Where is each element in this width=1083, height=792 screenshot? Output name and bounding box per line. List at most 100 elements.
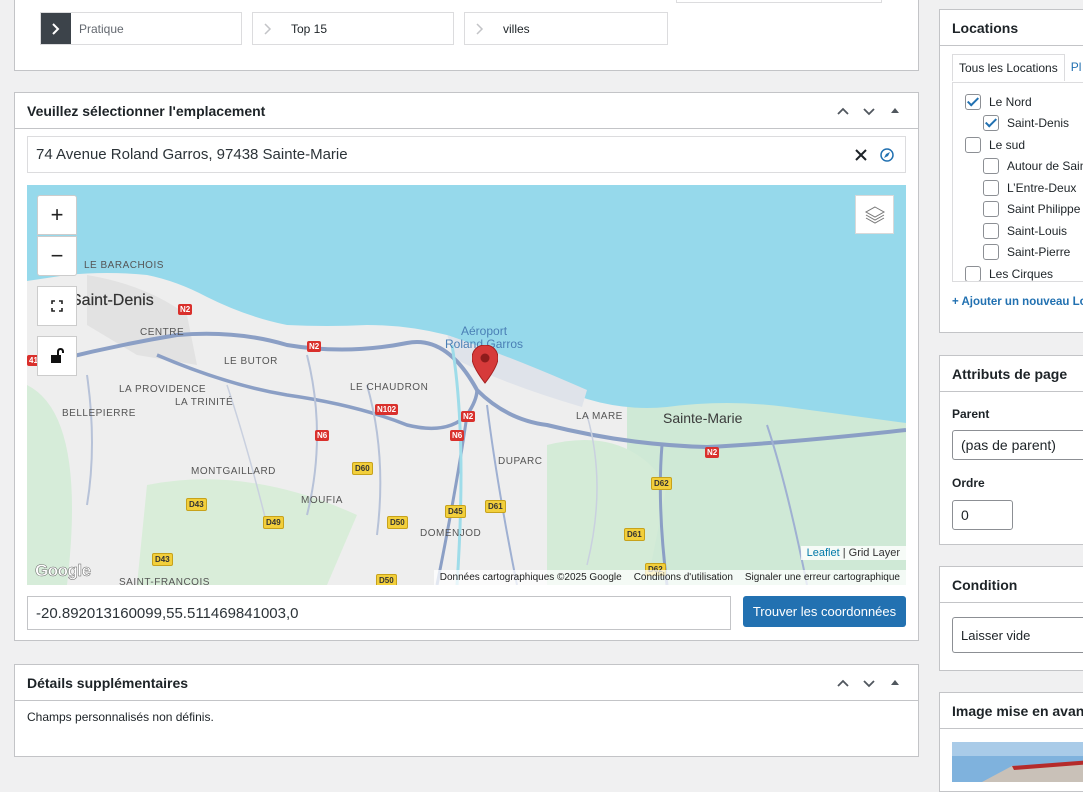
map-footer: Données cartographiques ©2025 Google Con…: [433, 570, 906, 585]
checkbox[interactable]: [983, 222, 999, 239]
road-shield: D61: [624, 528, 645, 541]
location-item-saint-pierre[interactable]: Saint-Pierre: [965, 242, 1083, 264]
location-label: Saint-Louis: [1007, 223, 1068, 238]
map-label-saint-denis: Saint-Denis: [71, 292, 154, 309]
report-error-link[interactable]: Signaler une erreur cartographique: [745, 572, 900, 583]
checkbox[interactable]: [983, 158, 999, 175]
map-attribution: Leaflet | Grid Layer: [800, 546, 906, 560]
checkbox[interactable]: [965, 93, 981, 110]
checkbox[interactable]: [983, 179, 999, 196]
breadcrumb-item-partial[interactable]: [676, 0, 882, 3]
featured-image-thumbnail[interactable]: [952, 742, 1083, 782]
parent-select[interactable]: (pas de parent): [952, 430, 1083, 460]
checkbox[interactable]: [983, 201, 999, 218]
address-value: 74 Avenue Roland Garros, 97438 Sainte-Ma…: [36, 146, 348, 163]
breadcrumb-label: Top 15: [291, 21, 328, 36]
coordinates-value: -20.892013160099,55.511469841003,0: [36, 604, 299, 622]
location-item-saint-louis[interactable]: Saint-Louis: [965, 220, 1083, 242]
order-value: 0: [961, 507, 969, 523]
details-message: Champs personnalisés non définis.: [27, 710, 214, 724]
road-shield: N6: [450, 430, 465, 441]
map-label-la-providence: LA PROVIDENCE: [119, 384, 207, 395]
lock-button[interactable]: [37, 336, 77, 376]
terms-link[interactable]: Conditions d'utilisation: [634, 572, 733, 583]
move-up-icon[interactable]: [832, 672, 854, 694]
grid-layer-label: Grid Layer: [848, 547, 900, 559]
details-postbox-title: Détails supplémentaires: [27, 674, 189, 691]
fullscreen-button[interactable]: [37, 286, 77, 326]
leaflet-link[interactable]: Leaflet: [807, 547, 840, 559]
categories-box: Pratique Top 15 villes: [14, 0, 919, 71]
breadcrumb-item-villes[interactable]: villes: [464, 12, 668, 45]
road-shield: D45: [445, 505, 466, 518]
map-data-credit: Données cartographiques ©2025 Google: [439, 572, 622, 583]
location-item-le-sud[interactable]: Le sud: [965, 134, 1083, 156]
road-shield: D50: [387, 516, 408, 529]
page-attributes-header: Attributs de page: [940, 356, 1083, 392]
attribution-separator: |: [839, 547, 849, 559]
breadcrumb-item-pratique[interactable]: Pratique: [40, 12, 242, 45]
locations-title: Locations: [952, 19, 1019, 36]
location-label: Saint-Denis: [1007, 116, 1070, 131]
toggle-panel-icon[interactable]: [884, 100, 906, 122]
map-label-moufia: MOUFIA: [301, 495, 343, 506]
location-item-entre-deux[interactable]: L’Entre-Deux: [965, 177, 1083, 199]
details-postbox-header: Détails supplémentaires: [15, 665, 918, 701]
locate-icon[interactable]: [877, 145, 897, 165]
checkbox[interactable]: [983, 244, 999, 261]
layers-button[interactable]: [855, 195, 894, 234]
locations-postbox-header: Locations: [940, 10, 1083, 46]
location-item-les-cirques[interactable]: Les Cirques: [965, 263, 1083, 281]
featured-image-header: Image mise en avan: [940, 693, 1083, 729]
road-shield: N102: [375, 404, 399, 415]
breadcrumb-label: villes: [503, 21, 530, 36]
tab-most-used[interactable]: Pl: [1064, 54, 1083, 81]
order-input[interactable]: 0: [952, 500, 1013, 530]
toggle-panel-icon[interactable]: [884, 672, 906, 694]
location-postbox-header: Veuillez sélectionner l'emplacement: [15, 93, 918, 129]
location-label: Le sud: [989, 137, 1026, 152]
add-location-link[interactable]: + Ajouter un nouveau Lo: [952, 296, 1083, 308]
location-item-le-nord[interactable]: Le Nord: [965, 91, 1083, 113]
map-label-la-mare: LA MARE: [576, 411, 623, 422]
condition-header: Condition: [940, 567, 1083, 603]
chevron-right-icon: [465, 13, 495, 44]
map-label-duparc: DUPARC: [498, 456, 543, 467]
location-item-saint-philippe[interactable]: Saint Philippe: [965, 199, 1083, 221]
location-item-saint-denis[interactable]: Saint-Denis: [965, 113, 1083, 135]
address-field[interactable]: 74 Avenue Roland Garros, 97438 Sainte-Ma…: [27, 136, 906, 173]
map-marker-icon[interactable]: [472, 345, 498, 385]
map-label-sainte-marie: Sainte-Marie: [663, 410, 743, 426]
details-postbox: Détails supplémentaires Champs personnal…: [14, 664, 919, 757]
move-up-icon[interactable]: [832, 100, 854, 122]
google-logo: Google: [35, 561, 92, 581]
move-down-icon[interactable]: [858, 672, 880, 694]
checkbox[interactable]: [965, 136, 981, 153]
clear-icon[interactable]: [851, 145, 871, 165]
checkbox[interactable]: [965, 265, 981, 281]
road-shield: D43: [152, 553, 173, 566]
location-label: Les Cirques: [989, 266, 1054, 281]
breadcrumb-item-top15[interactable]: Top 15: [252, 12, 454, 45]
unlock-icon: [51, 348, 64, 363]
map-label-montgaillard: MONTGAILLARD: [191, 466, 276, 477]
location-postbox: Veuillez sélectionner l'emplacement 74 A…: [14, 92, 919, 641]
map-label-centre: CENTRE: [140, 327, 185, 338]
map-label-domenjod: DOMENJOD: [420, 528, 482, 539]
zoom-out-button[interactable]: −: [37, 236, 77, 276]
map-label-le-barachois: LE BARACHOIS: [84, 260, 164, 271]
checkbox[interactable]: [983, 115, 999, 132]
coordinates-input[interactable]: -20.892013160099,55.511469841003,0: [27, 596, 731, 630]
road-shield: D60: [352, 462, 373, 475]
move-down-icon[interactable]: [858, 100, 880, 122]
location-item-autour-de-saint[interactable]: Autour de Sain: [965, 156, 1083, 178]
zoom-in-button[interactable]: +: [37, 195, 77, 235]
tab-all-locations[interactable]: Tous les Locations: [952, 54, 1065, 81]
map-canvas[interactable]: LE BARACHOIS Saint-Denis CENTRE LE BUTOR…: [27, 185, 906, 585]
location-label: Saint Philippe: [1007, 202, 1081, 217]
map-label-bellepierre: BELLEPIERRE: [62, 408, 136, 419]
locations-checklist[interactable]: Le Nord Saint-Denis Le sud Autour de Sai…: [952, 82, 1083, 282]
condition-select[interactable]: Laisser vide: [952, 617, 1083, 653]
road-shield: N6: [315, 430, 330, 441]
find-coordinates-button[interactable]: Trouver les coordonnées: [743, 596, 906, 627]
